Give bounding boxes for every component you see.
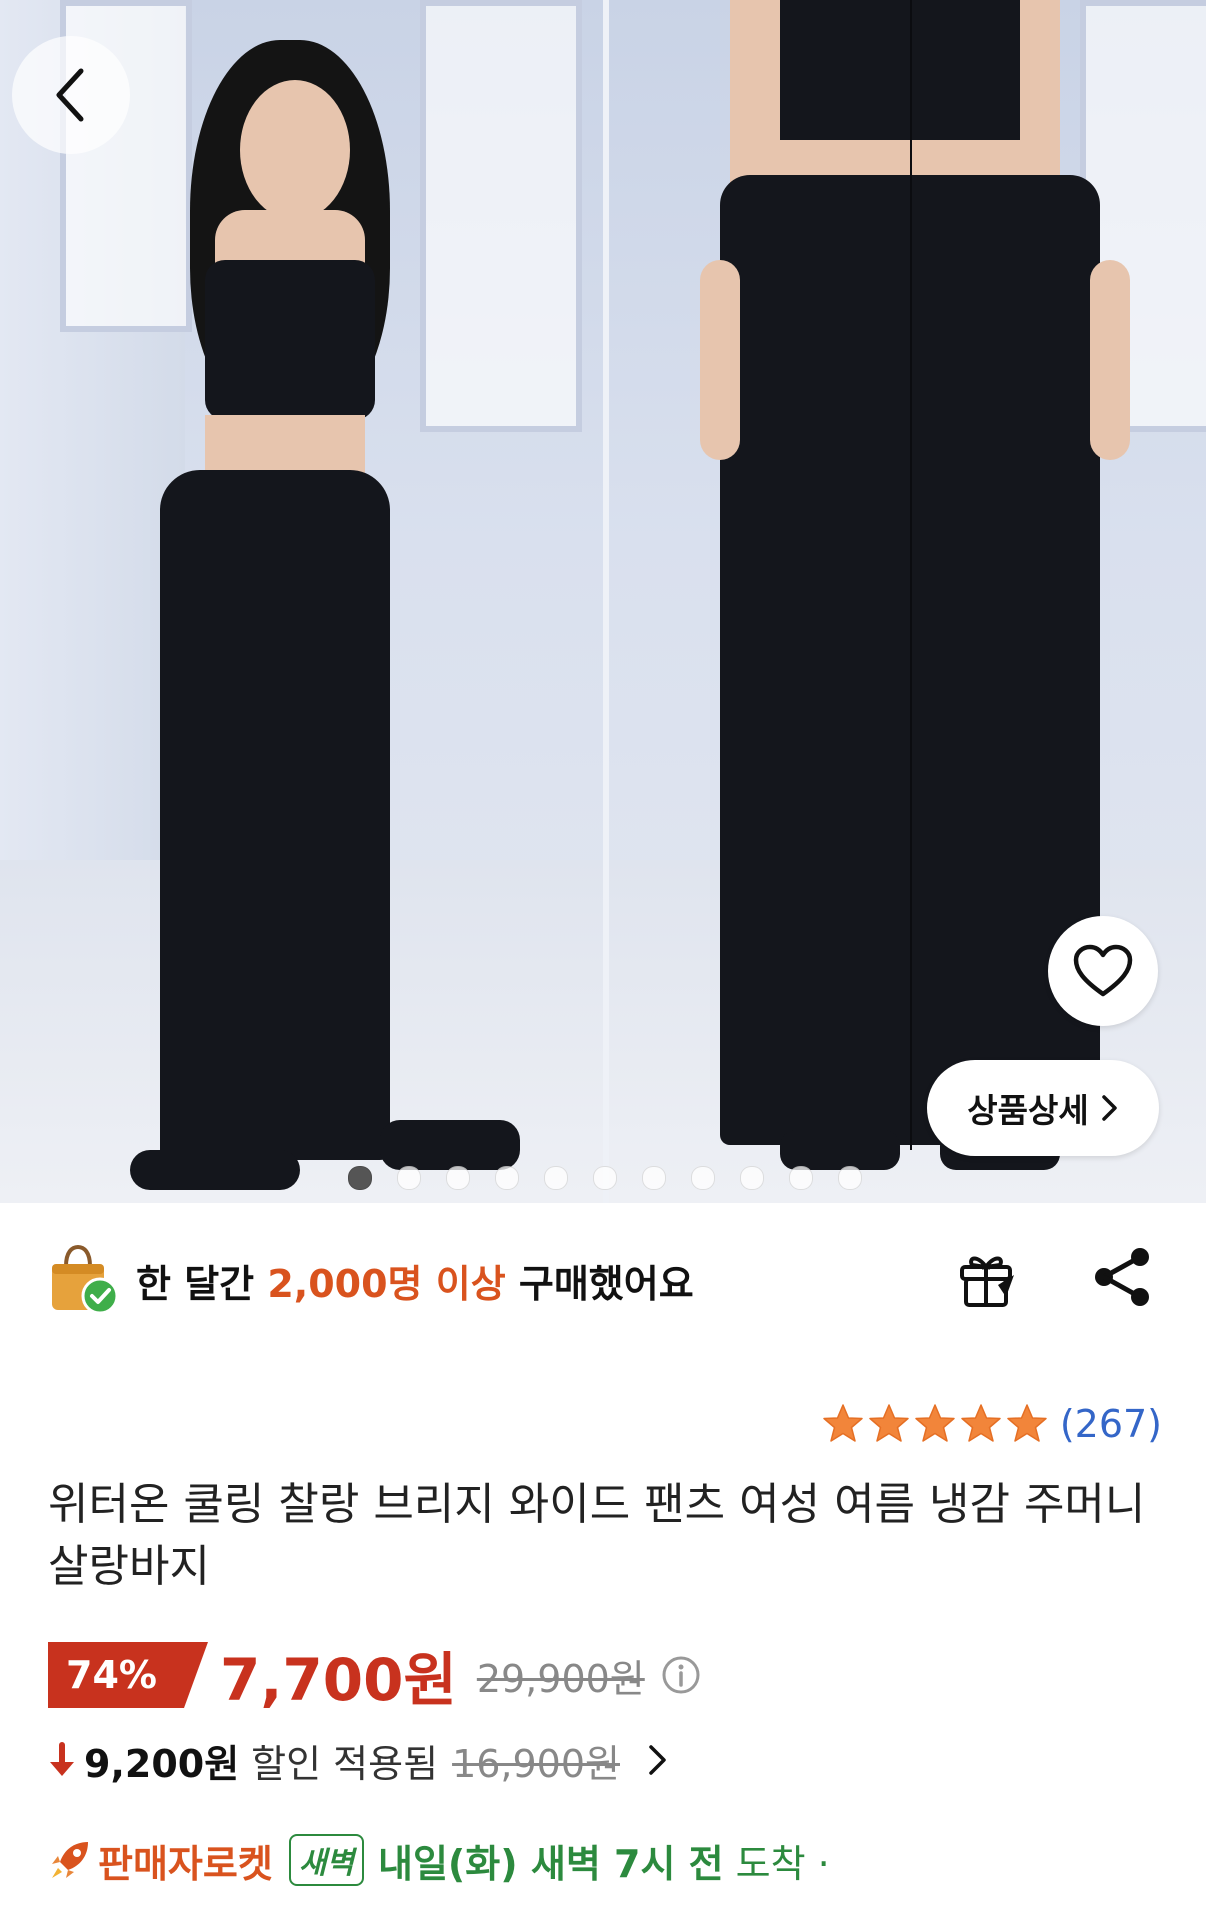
discount-badge: 74%: [48, 1642, 208, 1708]
arrival-suffix: 도착 ·: [735, 1841, 830, 1886]
star-icon: [961, 1404, 1001, 1442]
pagination-dot[interactable]: [838, 1166, 862, 1190]
arrival-time: 내일(화) 새벽 7시 전: [378, 1841, 724, 1886]
star-icon: [915, 1404, 955, 1442]
down-arrow-icon: [50, 1742, 74, 1776]
purchase-highlight: 2,000명 이상: [267, 1261, 506, 1306]
sale-price: 7,700원: [220, 1646, 457, 1714]
star-icon: [869, 1404, 909, 1442]
coupon-label: 할인 적용됨: [251, 1741, 439, 1786]
chevron-right-icon: [649, 1745, 666, 1775]
original-price: 29,900원: [476, 1656, 645, 1701]
wishlist-button[interactable]: [1048, 916, 1158, 1026]
pagination-dot[interactable]: [544, 1166, 568, 1190]
purchase-count-text: 한 달간 2,000명 이상 구매했어요: [136, 1253, 694, 1308]
gift-icon: [960, 1256, 1014, 1307]
coupon-price-row[interactable]: 9,200원 할인 적용됨 16,900원: [48, 1730, 670, 1790]
chevron-right-icon: [1101, 1095, 1117, 1121]
product-detail-label: 상품상세: [967, 1091, 1089, 1130]
rating-stars: [822, 1403, 1048, 1445]
background-window: [420, 0, 582, 432]
pagination-dot[interactable]: [789, 1166, 813, 1190]
pagination-dot[interactable]: [642, 1166, 666, 1190]
star-icon: [1007, 1404, 1047, 1442]
pagination-dot[interactable]: [397, 1166, 421, 1190]
share-button[interactable]: [1090, 1245, 1154, 1313]
dawn-delivery-badge: 새벽: [288, 1834, 365, 1886]
price-row: 74% 7,700원 29,900원: [48, 1640, 701, 1714]
image-divider: [603, 0, 609, 1203]
back-icon: [56, 68, 84, 122]
purchase-prefix: 한 달간: [136, 1261, 268, 1306]
review-count[interactable]: (267): [1060, 1402, 1162, 1446]
star-icon: [823, 1404, 863, 1442]
product-detail-button[interactable]: 상품상세: [927, 1060, 1159, 1156]
pagination-dot[interactable]: [348, 1166, 372, 1190]
product-rating[interactable]: (267): [822, 1402, 1162, 1446]
rocket-icon: [52, 1842, 88, 1878]
back-button[interactable]: [12, 36, 130, 154]
pagination-dot[interactable]: [446, 1166, 470, 1190]
info-icon[interactable]: [661, 1655, 701, 1695]
shopping-bag-check-icon: [52, 1244, 118, 1315]
product-title: 위터온 쿨링 찰랑 브리지 와이드 팬츠 여성 여름 냉감 주머니 살랑바지: [48, 1479, 1146, 1592]
product-image-gallery[interactable]: 상품상세: [0, 0, 1206, 1203]
delivery-info: 판매자로켓 새벽 내일(화) 새벽 7시 전 도착 ·: [48, 1830, 830, 1890]
pagination-dot[interactable]: [495, 1166, 519, 1190]
seller-rocket-label: 판매자로켓: [98, 1841, 273, 1886]
gift-button[interactable]: [956, 1245, 1018, 1313]
heart-icon: [1073, 944, 1133, 997]
purchase-suffix: 구매했어요: [505, 1261, 694, 1306]
coupon-original-price: 16,900원: [452, 1741, 620, 1786]
pagination-dot[interactable]: [691, 1166, 715, 1190]
share-icon: [1095, 1248, 1149, 1306]
gallery-pagination: [348, 1166, 862, 1190]
coupon-price: 9,200원: [84, 1741, 240, 1786]
pagination-dot[interactable]: [740, 1166, 764, 1190]
pagination-dot[interactable]: [593, 1166, 617, 1190]
